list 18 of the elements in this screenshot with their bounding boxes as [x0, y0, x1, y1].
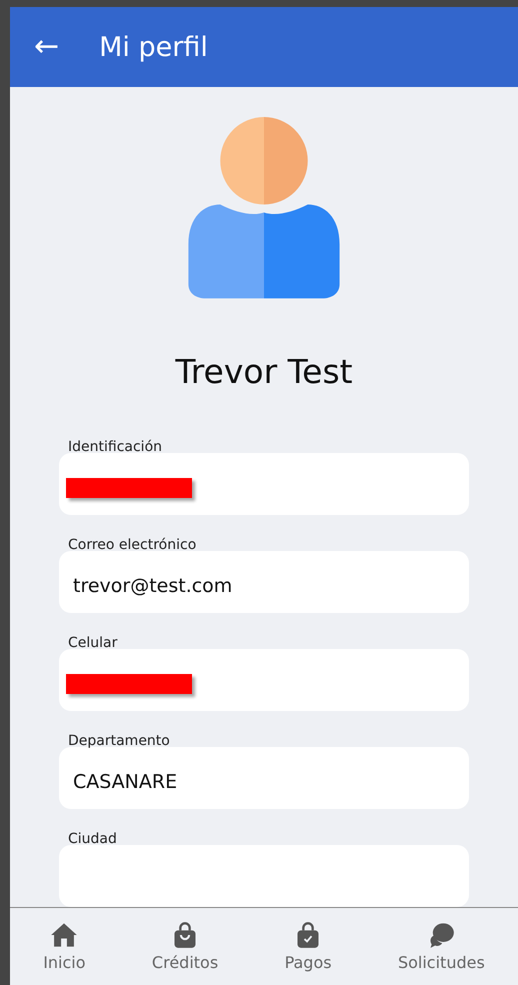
input-field[interactable]	[59, 453, 469, 515]
nav-item[interactable]: Créditos	[148, 921, 222, 972]
nav-item[interactable]: Inicio	[39, 921, 90, 972]
profile-name: Trevor Test	[175, 352, 353, 391]
field-label: Correo electrónico	[68, 537, 196, 553]
input-field[interactable]: CASANARE	[59, 747, 469, 809]
nav-item[interactable]: Pagos	[280, 921, 336, 972]
screen-title: Mi perfil	[99, 32, 208, 62]
field-label: Identificación	[68, 439, 162, 455]
field-label: Ciudad	[68, 831, 117, 847]
field-label: Departamento	[68, 733, 170, 749]
nav-item[interactable]: Solicitudes	[394, 921, 489, 972]
field-label: Celular	[68, 635, 118, 651]
home-icon	[50, 921, 78, 949]
back-button[interactable]: ←	[34, 32, 60, 62]
input-field[interactable]: trevor@test.com	[59, 551, 469, 613]
input-field[interactable]	[59, 845, 469, 907]
input-field[interactable]	[59, 649, 469, 711]
